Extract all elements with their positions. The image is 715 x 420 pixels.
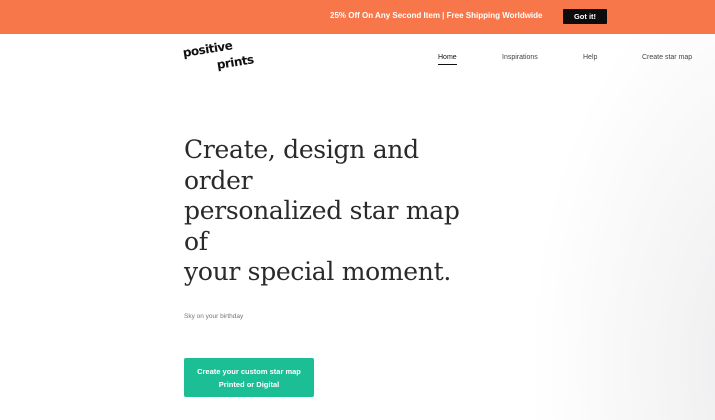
hero-heading-line: order — [184, 165, 253, 195]
got-it-button[interactable]: Got it! — [563, 9, 607, 24]
nav-link-home[interactable]: Home — [438, 54, 457, 61]
create-star-map-button[interactable]: Create your custom star map Printed or D… — [184, 358, 314, 397]
cta-label-primary: Create your custom star map — [197, 366, 301, 376]
promo-banner: 25% Off On Any Second Item | Free Shippi… — [0, 0, 715, 34]
nav-active-underline — [438, 64, 457, 65]
promo-text: 25% Off On Any Second Item | Free Shippi… — [330, 11, 543, 20]
logo-word-prints: prints — [215, 52, 255, 72]
hero-subtitle: Sky on your birthday — [184, 313, 244, 320]
nav-link-inspirations[interactable]: Inspirations — [502, 54, 538, 61]
hero-heading-line: personalized star map — [184, 196, 460, 225]
hero-heading-line: of — [184, 226, 208, 256]
nav-link-help[interactable]: Help — [583, 54, 597, 61]
nav-link-create-star-map[interactable]: Create star map — [642, 54, 692, 61]
hero-heading-line: Create, design and — [184, 135, 419, 164]
hero-heading-line: your special moment. — [184, 257, 451, 286]
cta-label-secondary: Printed or Digital — [218, 379, 280, 389]
site-logo[interactable]: positive prints — [182, 38, 264, 78]
hero-heading: Create, design and order personalized st… — [184, 135, 474, 288]
